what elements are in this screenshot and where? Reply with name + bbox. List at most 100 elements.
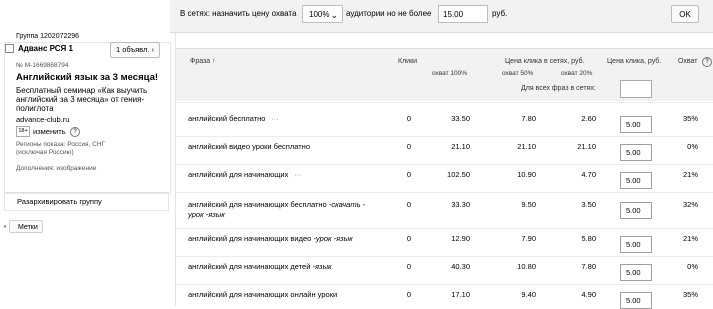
net-cpc-50: 10.80 xyxy=(517,262,536,271)
net-cpc-100: 12.90 xyxy=(451,234,470,243)
net-cpc-50: 7.90 xyxy=(521,234,536,243)
net-cpc-50: 10.90 xyxy=(517,170,536,179)
phrase-text[interactable]: английский для начинающих онлайн уроки xyxy=(188,290,337,299)
net-cpc-20: 21.10 xyxy=(577,142,596,151)
phrase-main: английский бесплатно xyxy=(188,114,266,123)
tags-button[interactable]: Метки xyxy=(9,220,43,233)
row-divider xyxy=(176,192,713,193)
phrase-main: английский для начинающих детей xyxy=(188,262,311,271)
coverage-value: 0% xyxy=(687,142,698,151)
row-divider xyxy=(176,228,713,229)
bid-input[interactable]: 5.00 xyxy=(620,236,652,253)
ad-checkbox[interactable] xyxy=(5,44,14,53)
phrase-main: английский видео уроки бесплатно xyxy=(188,142,310,151)
coverage-value: 35% xyxy=(682,114,698,123)
change-label: изменить xyxy=(33,127,66,136)
header-net-cpc: Цена клика в сетях, руб. xyxy=(505,58,585,65)
phrase-text[interactable]: английский бесплатно ··· xyxy=(188,114,278,123)
coverage-value: 0% xyxy=(687,262,698,271)
clicks-value: 0 xyxy=(406,200,411,209)
unarchive-group-button[interactable]: Разархивировать группу xyxy=(4,192,169,211)
net-cpc-50: 7.80 xyxy=(521,114,536,123)
more-icon[interactable]: ··· xyxy=(294,172,301,179)
phrase-main: английский для начинающих видео xyxy=(188,234,312,243)
ad-title: Английский язык за 3 месяца! xyxy=(16,72,159,83)
clicks-value: 0 xyxy=(406,262,411,271)
phrase-text[interactable]: английский для начинающих видео -урок -я… xyxy=(188,234,353,243)
chevron-right-icon: › xyxy=(151,45,155,54)
minus-words: -язык xyxy=(310,262,332,271)
chevron-down-icon: ⌄ xyxy=(330,10,338,20)
header-cov20: охват 20% xyxy=(561,70,593,77)
ad-name[interactable]: Адванс РСЯ 1 xyxy=(18,44,73,53)
bid-input[interactable]: 5.00 xyxy=(620,202,652,219)
phrase-continuation: урок -язык xyxy=(188,210,225,219)
bid-input[interactable]: 5.00 xyxy=(620,144,652,161)
max-price-input[interactable]: 15.00 xyxy=(438,5,488,23)
net-cpc-100: 33.30 xyxy=(451,200,470,209)
ads-count-button[interactable]: 1 объявл. › xyxy=(110,42,160,58)
coverage-value: 32% xyxy=(682,200,698,209)
extras-info: Дополнения: изображение xyxy=(16,165,97,172)
ad-text: Бесплатный семинар «Как выучить английск… xyxy=(16,86,148,113)
net-cpc-50: 21.10 xyxy=(517,142,536,151)
net-cpc-50: 9.40 xyxy=(521,290,536,299)
ads-count-label: 1 объявл. xyxy=(115,45,150,54)
coverage-value: 21% xyxy=(682,170,698,179)
bid-input[interactable]: 5.00 xyxy=(620,292,652,309)
phrase-main: английский для начинающих бесплатно xyxy=(188,200,327,209)
change-link[interactable]: изменить xyxy=(33,127,66,136)
coverage-select-value: 100% xyxy=(309,10,330,19)
net-cpc-20: 4.70 xyxy=(581,170,596,179)
bid-input[interactable]: 5.00 xyxy=(620,172,652,189)
ok-button[interactable]: OK xyxy=(671,5,699,23)
net-cpc-100: 33.50 xyxy=(451,114,470,123)
coverage-prefix-label: В сетях: назначить цену охвата xyxy=(180,9,297,18)
header-bottom-line xyxy=(176,102,713,103)
coverage-select[interactable]: 100% ⌄ xyxy=(302,5,343,23)
regions-info: Регионы показа: Россия, СНГ (исключая Ро… xyxy=(16,141,106,156)
header-cpc: Цена клика, руб. xyxy=(607,58,662,65)
header-clicks: Клики xyxy=(398,58,418,65)
net-cpc-20: 4.90 xyxy=(581,290,596,299)
phrase-text[interactable]: английский для начинающих бесплатно -ска… xyxy=(188,200,365,209)
net-cpc-20: 5.80 xyxy=(581,234,596,243)
ad-number: № M-1669868794 xyxy=(16,62,69,69)
bid-input[interactable]: 5.00 xyxy=(620,264,652,281)
row-divider xyxy=(176,284,713,285)
clicks-value: 0 xyxy=(406,290,411,299)
row-divider xyxy=(176,136,713,137)
header-cov50: охват 50% xyxy=(502,70,534,77)
net-cpc-100: 40.30 xyxy=(451,262,470,271)
clicks-value: 0 xyxy=(406,114,411,123)
clicks-value: 0 xyxy=(406,234,411,243)
age-badge: 18+ xyxy=(16,126,30,137)
bid-input[interactable]: 5.00 xyxy=(620,116,652,133)
net-cpc-100: 102.50 xyxy=(447,170,470,179)
net-cpc-100: 17.10 xyxy=(451,290,470,299)
phrase-main: английский для начинающих xyxy=(188,170,289,179)
ad-url: advance-club.ru xyxy=(16,115,70,124)
group-id-label: Группа 1202072296 xyxy=(16,33,80,40)
header-cov100: охват 100% xyxy=(432,70,468,77)
header-phrase[interactable]: Фраза ↑ xyxy=(190,58,216,65)
phrase-text[interactable]: английский для начинающих детей -язык xyxy=(188,262,332,271)
net-cpc-20: 3.50 xyxy=(581,200,596,209)
tag-arrow-icon: ◂ xyxy=(3,224,7,230)
phrase-main: английский для начинающих онлайн уроки xyxy=(188,290,338,299)
phrase-text[interactable]: английский для начинающих ··· xyxy=(188,170,301,179)
row-divider xyxy=(176,256,713,257)
coverage-middle-label: аудитории но не более xyxy=(346,9,432,18)
all-phrases-label: Для всех фраз в сетях: xyxy=(521,85,596,92)
net-cpc-50: 9.50 xyxy=(521,200,536,209)
phrase-text[interactable]: английский видео уроки бесплатно xyxy=(188,142,310,151)
all-phrases-bid-input[interactable] xyxy=(620,80,652,98)
minus-words: -скачать - xyxy=(326,200,366,209)
row-divider xyxy=(176,164,713,165)
net-cpc-100: 21.10 xyxy=(451,142,470,151)
help-icon[interactable]: ? xyxy=(70,127,80,137)
minus-words: -урок -язык xyxy=(311,234,353,243)
net-cpc-20: 7.80 xyxy=(581,262,596,271)
more-icon[interactable]: ··· xyxy=(271,116,278,123)
coverage-help-icon[interactable]: ? xyxy=(702,57,712,67)
